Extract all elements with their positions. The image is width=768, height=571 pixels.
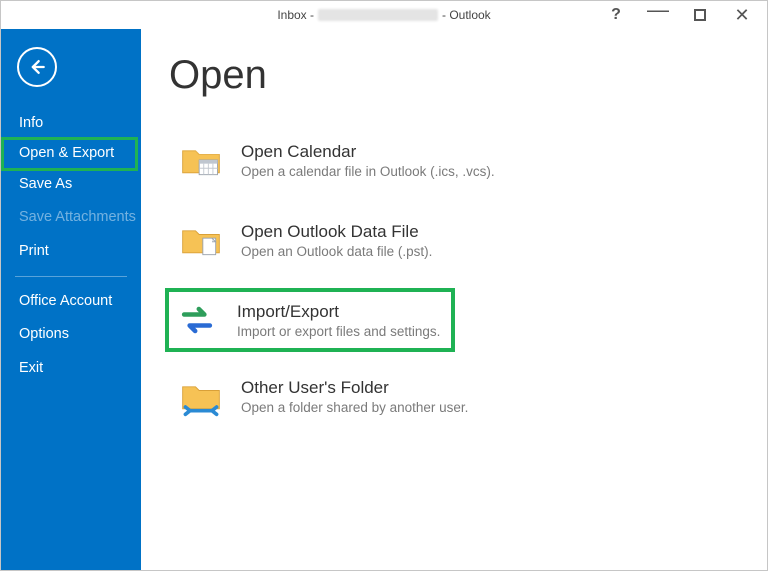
option-title: Open Outlook Data File [241, 222, 432, 242]
calendar-folder-icon [179, 138, 223, 182]
sidebar-item-info[interactable]: Info [1, 107, 141, 140]
maximize-button[interactable] [679, 1, 721, 29]
arrow-left-icon [27, 57, 47, 77]
window-title: Inbox - - Outlook [277, 8, 490, 22]
option-text: Other User's Folder Open a folder shared… [241, 378, 468, 415]
option-import-export[interactable]: Import/Export Import or export files and… [165, 288, 455, 352]
option-desc: Open a calendar file in Outlook (.ics, .… [241, 164, 495, 179]
sidebar-item-open-export[interactable]: Open & Export [1, 137, 138, 170]
title-account-blurred [318, 9, 438, 21]
option-title: Open Calendar [241, 142, 495, 162]
window-controls: ? — ✕ [595, 1, 763, 29]
title-bar: Inbox - - Outlook ? — ✕ [1, 1, 767, 29]
sidebar-item-save-attachments: Save Attachments [1, 201, 141, 234]
option-text: Open Outlook Data File Open an Outlook d… [241, 222, 432, 259]
option-title: Import/Export [237, 302, 440, 322]
page-title: Open [169, 53, 767, 98]
title-prefix: Inbox - [277, 8, 314, 22]
sidebar-separator [15, 276, 127, 277]
option-desc: Open an Outlook data file (.pst). [241, 244, 432, 259]
sidebar-item-exit[interactable]: Exit [1, 352, 141, 385]
option-text: Open Calendar Open a calendar file in Ou… [241, 142, 495, 179]
file-sidebar: Info Open & Export Save As Save Attachme… [1, 29, 141, 570]
outlook-file-backstage: Inbox - - Outlook ? — ✕ Info Open & Expo… [0, 0, 768, 571]
option-desc: Open a folder shared by another user. [241, 400, 468, 415]
option-title: Other User's Folder [241, 378, 468, 398]
main-panel: Open Open Calendar [141, 29, 767, 570]
close-button[interactable]: ✕ [721, 1, 763, 29]
minimize-button[interactable]: — [637, 1, 679, 29]
option-open-datafile[interactable]: Open Outlook Data File Open an Outlook d… [169, 208, 589, 272]
option-text: Import/Export Import or export files and… [237, 302, 440, 339]
title-suffix: - Outlook [442, 8, 491, 22]
datafile-folder-icon [179, 218, 223, 262]
option-open-calendar[interactable]: Open Calendar Open a calendar file in Ou… [169, 128, 589, 192]
sidebar-item-save-as[interactable]: Save As [1, 168, 141, 201]
option-desc: Import or export files and settings. [237, 324, 440, 339]
back-button[interactable] [17, 47, 57, 87]
help-button[interactable]: ? [595, 1, 637, 29]
shared-folder-icon [179, 374, 223, 418]
sidebar-item-print[interactable]: Print [1, 235, 141, 268]
option-other-user-folder[interactable]: Other User's Folder Open a folder shared… [169, 364, 589, 428]
sidebar-item-office-account[interactable]: Office Account [1, 285, 141, 318]
sidebar-item-options[interactable]: Options [1, 318, 141, 351]
import-export-icon [175, 298, 219, 342]
